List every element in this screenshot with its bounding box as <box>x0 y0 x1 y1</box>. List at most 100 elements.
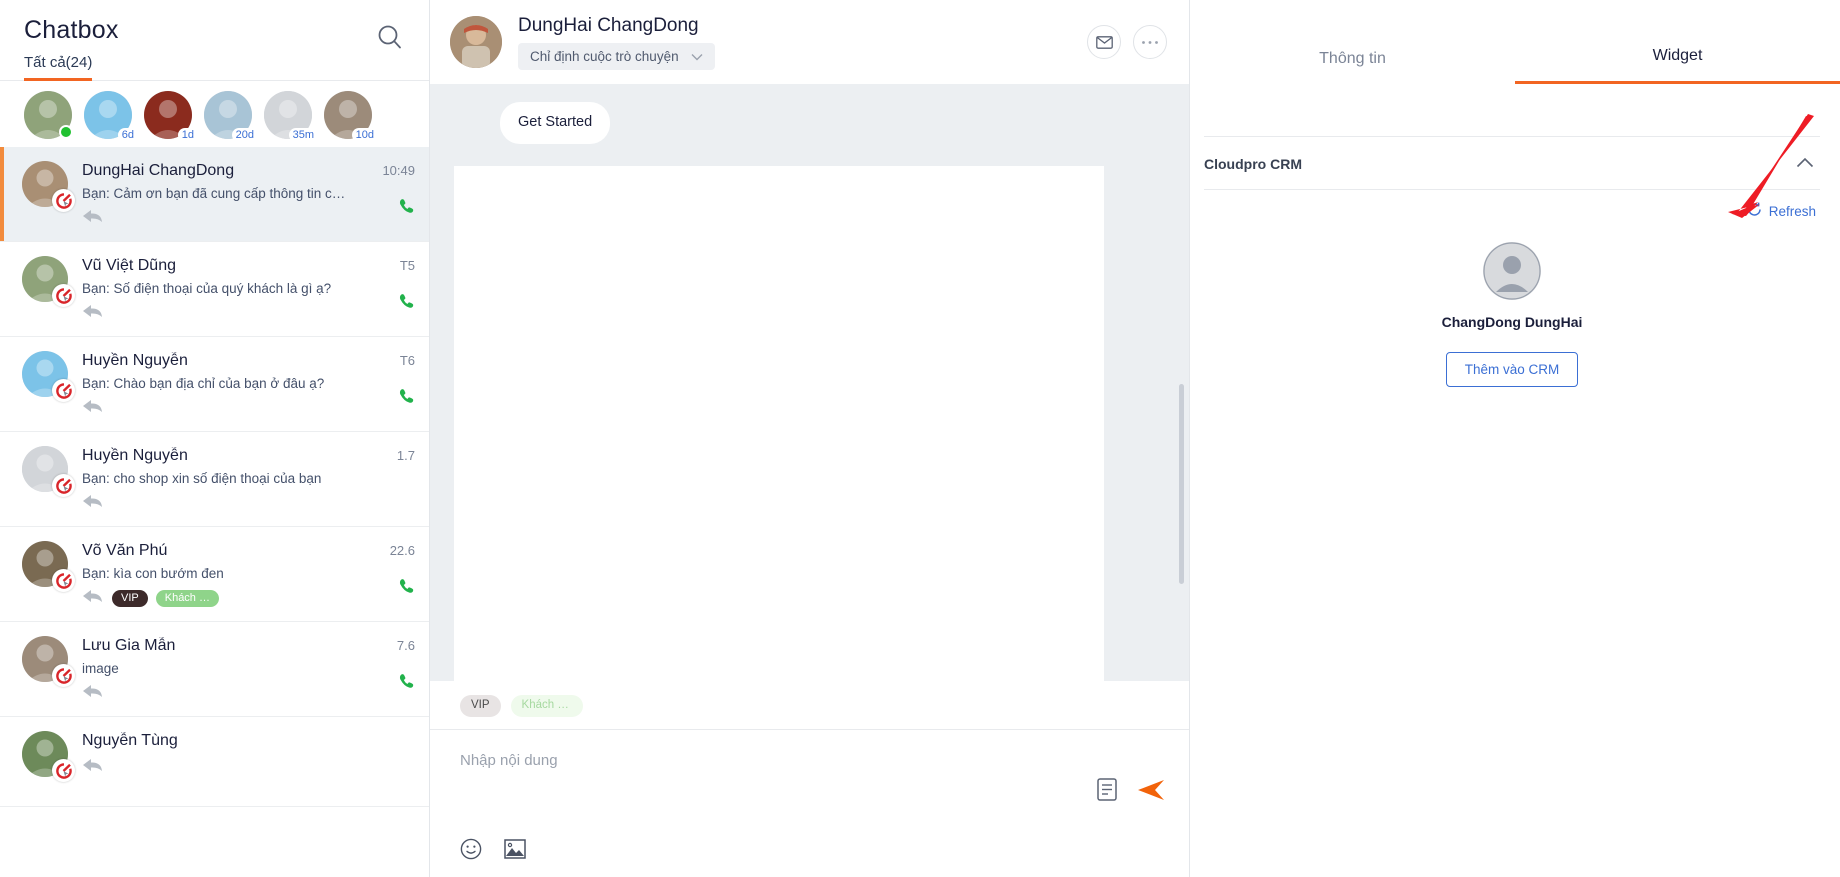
message-list: Get Started Số điện thoại của quý khách l… <box>430 84 1189 681</box>
refresh-icon <box>1747 202 1762 220</box>
conversation-meta <box>82 684 359 702</box>
mail-icon[interactable] <box>1087 25 1121 59</box>
phone-icon <box>398 673 415 695</box>
recent-avatars-strip: 6d 1d 20d 35m 10d <box>0 81 429 147</box>
composer-input-area[interactable]: Nhập nội dung <box>430 728 1189 877</box>
add-to-crm-button[interactable]: Thêm vào CRM <box>1445 352 1579 387</box>
panel-tabs: Thông tin Widget <box>1190 0 1840 84</box>
conversation-sidebar: Chatbox Tất cả(24) 6d 1d 20d 35m 10d DungHai… <box>0 0 430 877</box>
reply-arrow-icon <box>82 493 104 514</box>
source-channel-icon <box>52 284 75 307</box>
conversation-meta <box>82 758 359 776</box>
conversation-meta <box>82 494 359 512</box>
crm-section-header: Cloudpro CRM <box>1204 136 1820 173</box>
conversation-list[interactable]: DungHai ChangDong Bạn: Cảm ơn bạn đã cung… <box>0 147 429 877</box>
conversation-side: T6 <box>359 351 415 417</box>
tag-customer[interactable]: Khách … <box>155 589 219 607</box>
conversation-preview: image <box>82 661 119 676</box>
image-icon[interactable] <box>504 839 526 864</box>
chat-panel: DungHai ChangDong Chỉ định cuộc trò chuy… <box>430 0 1190 877</box>
conversation-avatar <box>22 256 75 307</box>
conversation-text: Huyền Nguyễn Bạn: cho shop xin số điện th… <box>82 446 359 512</box>
info-widget-panel: Thông tin Widget Cloudpro CRM Refresh Ch… <box>1190 0 1840 877</box>
conversation-text: Nguyễn Tùng <box>82 731 359 792</box>
tag-vip[interactable]: VIP <box>112 589 148 607</box>
panel-tab-widget[interactable]: Widget <box>1515 47 1840 84</box>
panel-tab-info[interactable]: Thông tin <box>1190 50 1515 84</box>
conversation-preview: Bạn: kìa con bướm đen <box>82 566 224 581</box>
phone-icon <box>398 293 415 315</box>
tab-all-conversations[interactable]: Tất cả(24) <box>24 54 93 81</box>
conversation-avatar <box>22 541 75 592</box>
source-channel-icon <box>52 664 75 687</box>
recent-avatar[interactable]: 20d <box>204 91 258 142</box>
conversation-side: 22.6 <box>359 541 415 607</box>
conversation-name: Huyền Nguyễn <box>82 352 188 369</box>
message-scrollbar[interactable] <box>1179 384 1184 584</box>
conversation-timestamp: 10:49 <box>382 163 415 178</box>
assign-label: Chỉ định cuộc trò chuyện <box>530 48 679 64</box>
chatbox-app: Chatbox Tất cả(24) 6d 1d 20d 35m 10d DungHai… <box>0 0 1840 877</box>
chat-contact-name: DungHai ChangDong <box>518 14 699 36</box>
source-channel-icon <box>52 379 75 402</box>
conversation-preview: Bạn: Cảm ơn bạn đã cung cấp thông tin ch… <box>82 186 350 201</box>
panel-body: Cloudpro CRM Refresh ChangDong DungHai T… <box>1190 84 1840 877</box>
conversation-avatar <box>22 446 75 497</box>
emoji-icon[interactable] <box>460 838 482 865</box>
conversation-name: Lưu Gia Mẫn <box>82 637 176 654</box>
conversation-text: Võ Văn Phú Bạn: kìa con bướm đen VIP Khách … <box>82 541 359 607</box>
recent-avatar[interactable]: 35m <box>264 91 318 142</box>
send-icon[interactable] <box>1137 778 1165 807</box>
reply-arrow-icon <box>82 683 104 704</box>
conversation-meta <box>82 399 359 417</box>
user-avatar-icon <box>1483 242 1541 300</box>
avatar-time-badge: 35m <box>288 128 318 142</box>
refresh-button[interactable]: Refresh <box>1747 202 1816 220</box>
conversation-item[interactable]: Võ Văn Phú Bạn: kìa con bướm đen VIP Khách … <box>0 527 429 622</box>
tag-guest[interactable]: Khách q... <box>510 695 583 717</box>
message-row: Get Started <box>454 102 1165 144</box>
tag-vip[interactable]: VIP <box>460 695 501 717</box>
chat-contact-info: DungHai ChangDong Chỉ định cuộc trò chuy… <box>518 15 1087 70</box>
conversation-item[interactable]: Huyền Nguyễn Bạn: cho shop xin số điện th… <box>0 432 429 527</box>
more-horizontal-icon[interactable] <box>1133 25 1167 59</box>
conversation-meta: VIP Khách … <box>82 589 359 607</box>
recent-avatar[interactable]: 6d <box>84 91 138 142</box>
source-channel-icon <box>52 569 75 592</box>
conversation-item[interactable]: DungHai ChangDong Bạn: Cảm ơn bạn đã cung… <box>0 147 429 242</box>
recent-avatar[interactable] <box>24 91 73 139</box>
online-indicator <box>59 125 73 139</box>
conversation-item[interactable]: Huyền Nguyễn Bạn: Chào bạn địa chỉ của bạ… <box>0 337 429 432</box>
crm-section-title: Cloudpro CRM <box>1204 156 1302 172</box>
conversation-item[interactable]: Lưu Gia Mẫn image 7.6 <box>0 622 429 717</box>
conversation-name: Vũ Việt Dũng <box>82 257 176 274</box>
composer-send-actions <box>1097 778 1165 807</box>
phone-icon <box>398 198 415 220</box>
conversation-side: 10:49 <box>359 161 415 227</box>
search-icon[interactable] <box>375 22 405 52</box>
sidebar-header: Chatbox Tất cả(24) <box>0 0 429 81</box>
conversation-timestamp: 7.6 <box>396 638 415 653</box>
chevron-up-icon[interactable] <box>1796 155 1814 173</box>
recent-avatar[interactable]: 1d <box>144 91 198 142</box>
avatar-time-badge: 1d <box>177 128 198 142</box>
message-row: Số điện thoại của quý khách là gì <box>454 165 1104 681</box>
contact-avatar <box>450 16 502 68</box>
chevron-down-icon <box>691 49 703 64</box>
source-channel-icon <box>52 189 75 212</box>
conversation-name: Huyền Nguyễn <box>82 447 188 464</box>
chat-header: DungHai ChangDong Chỉ định cuộc trò chuy… <box>430 0 1189 84</box>
conversation-avatar <box>22 731 75 782</box>
conversation-name: Võ Văn Phú <box>82 542 168 559</box>
conversation-item[interactable]: Vũ Việt Dũng Bạn: Số điện thoại của quý k… <box>0 242 429 337</box>
conversation-item[interactable]: Nguyễn Tùng <box>0 717 429 807</box>
assign-conversation-dropdown[interactable]: Chỉ định cuộc trò chuyện <box>518 42 715 70</box>
reply-arrow-icon <box>82 303 104 324</box>
conversation-text: DungHai ChangDong Bạn: Cảm ơn bạn đã cung… <box>82 161 359 227</box>
reply-arrow-icon <box>82 398 104 419</box>
conversation-avatar <box>22 161 75 212</box>
note-icon[interactable] <box>1097 778 1117 806</box>
conversation-preview: Bạn: Chào bạn địa chỉ của bạn ở đâu ạ? <box>82 376 325 391</box>
crm-contact-card: ChangDong DungHai Thêm vào CRM <box>1204 190 1820 387</box>
recent-avatar[interactable]: 10d <box>324 91 378 142</box>
